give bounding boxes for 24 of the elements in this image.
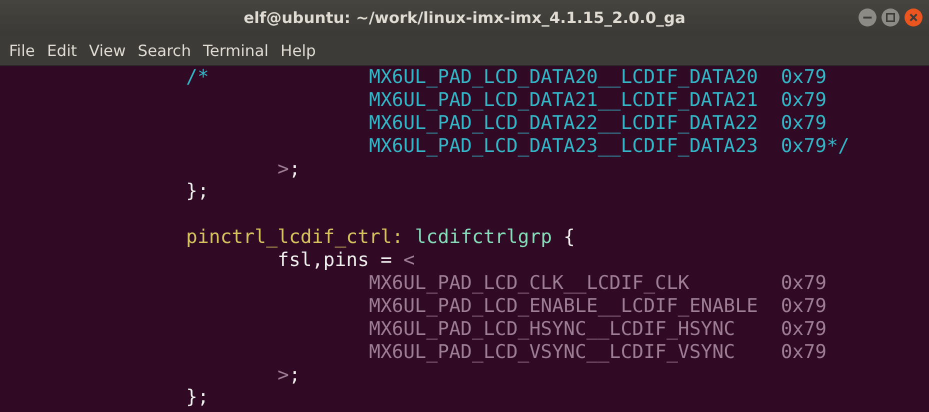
code-line: pinctrl_lcdif_ctrl: lcdifctrlgrp { <box>185 226 575 250</box>
menu-item[interactable]: Edit <box>40 40 83 62</box>
code-line: MX6UL_PAD_LCD_DATA23__LCDIF_DATA23 0x79*/ <box>368 134 850 158</box>
menu-item[interactable]: File <box>3 40 41 62</box>
menu-item[interactable]: Terminal <box>197 40 275 62</box>
close-icon[interactable] <box>904 8 923 27</box>
menu-item[interactable]: Search <box>132 40 198 62</box>
code-line: MX6UL_PAD_LCD_DATA21__LCDIF_DATA21 0x79 <box>368 88 827 112</box>
code-line: MX6UL_PAD_LCD_VSYNC__LCDIF_VSYNC 0x79 <box>368 340 827 364</box>
code-line: MX6UL_PAD_LCD_CLK__LCDIF_CLK 0x79 <box>368 272 827 295</box>
window-title: elf@ubuntu: ~/work/linux-imx-imx_4.1.15_2.0.0_ga <box>244 9 686 27</box>
code-line: fsl,pins = < <box>276 249 415 272</box>
menu-item[interactable]: Help <box>274 40 322 62</box>
code-line: }; <box>185 386 209 410</box>
menu-item[interactable]: View <box>82 40 132 62</box>
minimize-icon[interactable] <box>858 8 877 27</box>
code-line: MX6UL_PAD_LCD_ENABLE__LCDIF_ENABLE 0x79 <box>368 294 827 318</box>
code-line: >; <box>276 158 300 180</box>
code-line: >; <box>276 364 300 386</box>
code-line: /* MX6UL_PAD_LCD_DATA20__LCDIF_DATA20 0x79 <box>185 66 827 89</box>
code-line: }; <box>185 180 209 204</box>
maximize-icon[interactable] <box>881 8 900 27</box>
code-line: MX6UL_PAD_LCD_DATA22__LCDIF_DATA22 0x79 <box>368 112 827 135</box>
code-line: MX6UL_PAD_LCD_HSYNC__LCDIF_HSYNC 0x79 <box>368 318 827 341</box>
